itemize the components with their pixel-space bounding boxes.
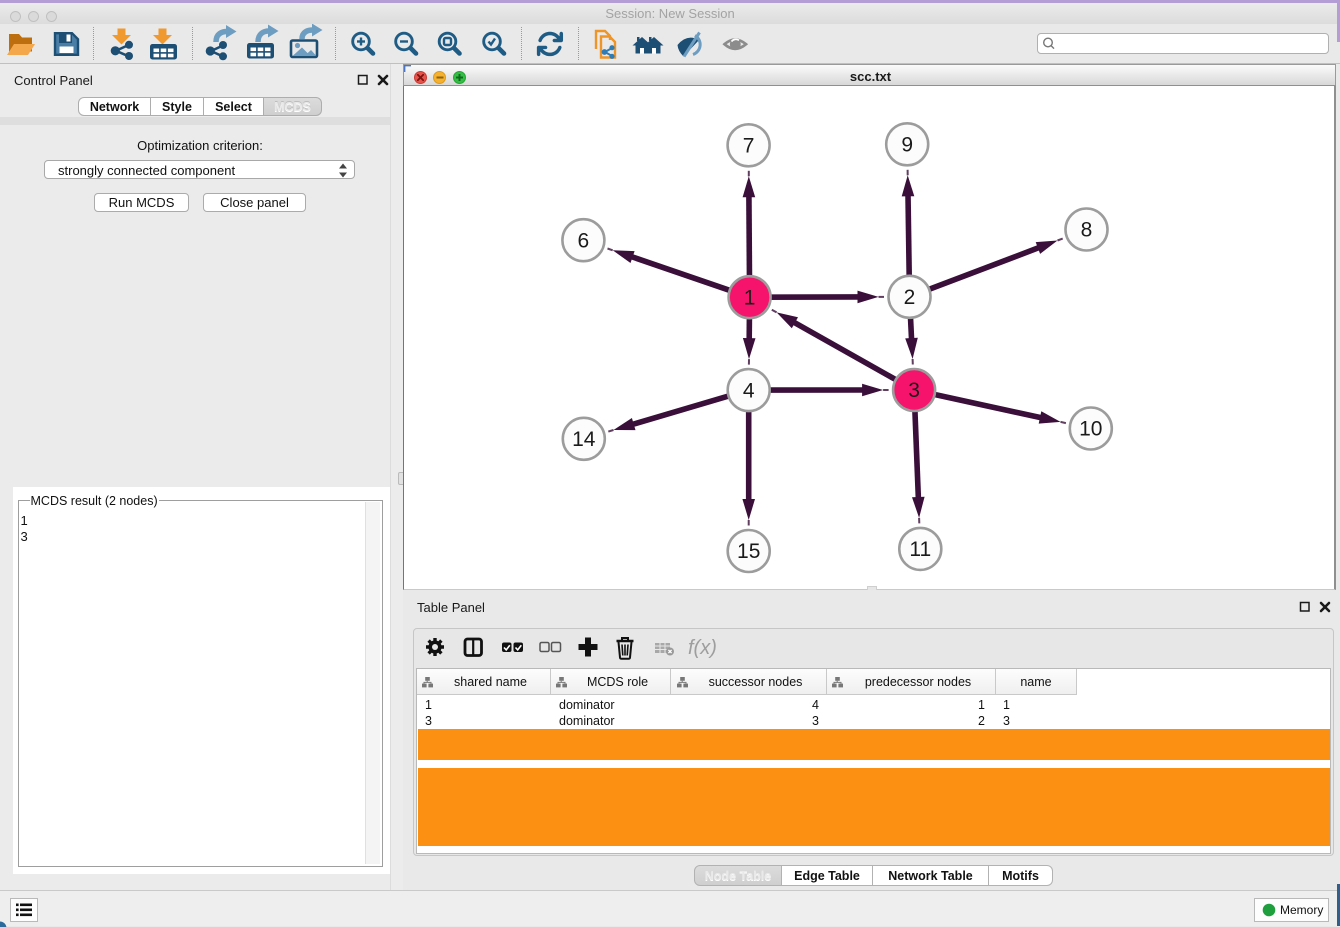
- svg-text:11: 11: [909, 538, 931, 561]
- svg-text:14: 14: [572, 428, 596, 451]
- svg-text:15: 15: [737, 540, 760, 563]
- svg-text:1: 1: [744, 286, 756, 309]
- svg-text:7: 7: [743, 135, 755, 158]
- svg-text:f(x): f(x): [688, 637, 717, 659]
- svg-text:9: 9: [901, 134, 913, 157]
- svg-text:3: 3: [908, 379, 920, 402]
- svg-text:4: 4: [743, 379, 755, 402]
- svg-text:2: 2: [904, 286, 916, 309]
- svg-text:8: 8: [1081, 219, 1093, 242]
- svg-text:6: 6: [578, 229, 590, 252]
- svg-text:10: 10: [1079, 418, 1102, 441]
